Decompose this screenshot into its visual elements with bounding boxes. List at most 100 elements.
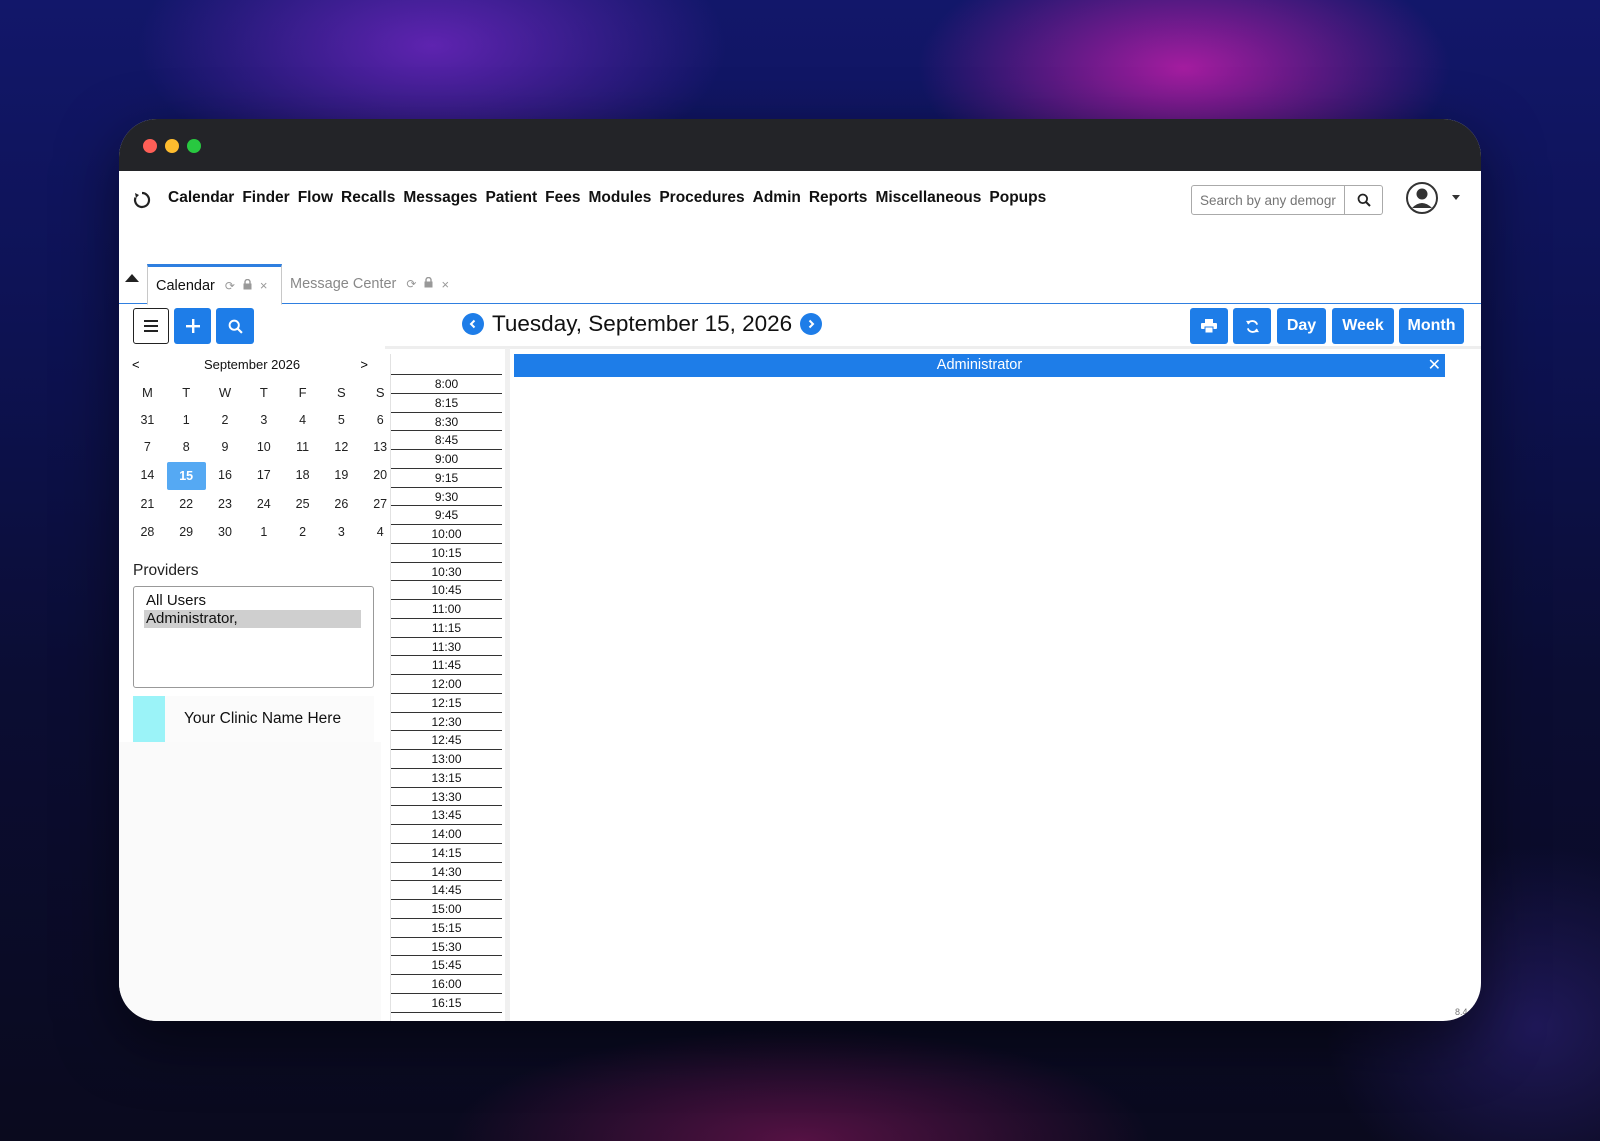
mini-calendar-day[interactable]: 31 xyxy=(128,406,167,434)
mini-calendar-day[interactable]: 28 xyxy=(128,518,167,546)
tab-message-center[interactable]: Message Center ⟳ × xyxy=(282,264,465,304)
nav-menu-calendar[interactable]: Calendar xyxy=(168,189,234,207)
mini-calendar-day[interactable]: 15 xyxy=(166,462,206,490)
mini-calendar-day[interactable]: 21 xyxy=(128,491,167,519)
mini-calendar-day[interactable]: 16 xyxy=(206,461,245,489)
provider-option-all-users[interactable]: All Users xyxy=(146,592,361,610)
mini-calendar-day[interactable]: 19 xyxy=(322,461,361,489)
mini-calendar-day[interactable]: 7 xyxy=(128,434,167,462)
mini-calendar-day[interactable]: 3 xyxy=(322,518,361,546)
mini-calendar-day[interactable]: 1 xyxy=(244,518,283,546)
tab-close-icon[interactable]: × xyxy=(441,277,449,292)
provider-option-administrator[interactable]: Administrator, xyxy=(144,610,361,628)
time-slot[interactable]: 12:30 xyxy=(391,713,502,732)
mini-calendar-day[interactable]: 2 xyxy=(283,518,322,546)
mini-calendar-day[interactable]: 4 xyxy=(283,406,322,434)
nav-menu-popups[interactable]: Popups xyxy=(989,189,1046,207)
logo-icon[interactable] xyxy=(133,191,151,209)
mini-calendar-day[interactable]: 8 xyxy=(167,434,206,462)
time-slot[interactable]: 13:30 xyxy=(391,788,502,807)
mini-calendar-day[interactable]: 26 xyxy=(322,491,361,519)
user-avatar-icon[interactable] xyxy=(1405,181,1439,215)
next-day-button[interactable] xyxy=(800,313,823,335)
day-view-button[interactable]: Day xyxy=(1277,308,1326,344)
time-slot[interactable]: 8:45 xyxy=(391,431,502,450)
mini-calendar-next-button[interactable]: > xyxy=(360,357,368,372)
time-slot[interactable]: 10:00 xyxy=(391,525,502,544)
tab-refresh-icon[interactable]: ⟳ xyxy=(225,279,235,293)
mini-calendar-day[interactable]: 1 xyxy=(167,406,206,434)
add-appointment-button[interactable] xyxy=(174,308,211,344)
close-window-button[interactable] xyxy=(143,139,157,153)
time-slot[interactable]: 10:30 xyxy=(391,563,502,582)
time-slot[interactable]: 16:00 xyxy=(391,975,502,994)
mini-calendar-day[interactable]: 12 xyxy=(322,434,361,462)
mini-calendar-day[interactable]: 14 xyxy=(128,461,167,489)
collapse-header-icon[interactable] xyxy=(125,274,139,282)
nav-menu-fees[interactable]: Fees xyxy=(545,189,580,207)
nav-menu-patient[interactable]: Patient xyxy=(485,189,537,207)
mini-calendar-day[interactable]: 17 xyxy=(244,461,283,489)
previous-day-button[interactable] xyxy=(462,313,484,335)
time-slot[interactable]: 14:45 xyxy=(391,881,502,900)
mini-calendar-day[interactable]: 5 xyxy=(322,406,361,434)
mini-calendar-day[interactable]: 11 xyxy=(283,434,322,462)
maximize-window-button[interactable] xyxy=(187,139,201,153)
mini-calendar-day[interactable]: 9 xyxy=(206,434,245,462)
time-slot[interactable]: 11:45 xyxy=(391,656,502,675)
time-slot[interactable]: 13:45 xyxy=(391,806,502,825)
time-slot[interactable]: 15:30 xyxy=(391,938,502,957)
mini-calendar-day[interactable]: 24 xyxy=(244,491,283,519)
patient-search-input[interactable] xyxy=(1192,186,1344,214)
menu-toggle-button[interactable] xyxy=(133,308,169,344)
search-appointments-button[interactable] xyxy=(216,308,254,344)
tab-lock-icon[interactable] xyxy=(424,276,433,292)
mini-calendar-day[interactable]: 2 xyxy=(206,406,245,434)
time-slot[interactable]: 11:00 xyxy=(391,600,502,619)
time-slot[interactable]: 11:30 xyxy=(391,638,502,657)
user-menu-caret-icon[interactable] xyxy=(1452,195,1460,200)
time-slot[interactable]: 15:45 xyxy=(391,956,502,975)
mini-calendar-day[interactable]: 3 xyxy=(244,406,283,434)
time-slot[interactable]: 9:15 xyxy=(391,469,502,488)
mini-calendar-day[interactable]: 30 xyxy=(206,518,245,546)
nav-menu-admin[interactable]: Admin xyxy=(753,189,801,207)
print-button[interactable] xyxy=(1190,308,1228,344)
time-slot[interactable]: 9:30 xyxy=(391,488,502,507)
mini-calendar-day[interactable]: 23 xyxy=(206,491,245,519)
nav-menu-flow[interactable]: Flow xyxy=(298,189,333,207)
time-slot[interactable]: 9:45 xyxy=(391,506,502,525)
time-slot[interactable]: 16:15 xyxy=(391,994,502,1013)
nav-menu-procedures[interactable]: Procedures xyxy=(659,189,744,207)
time-slot[interactable]: 14:30 xyxy=(391,863,502,882)
time-slot[interactable]: 15:00 xyxy=(391,900,502,919)
time-slot[interactable]: 10:15 xyxy=(391,544,502,563)
time-slot[interactable]: 9:00 xyxy=(391,450,502,469)
mini-calendar-day[interactable]: 10 xyxy=(244,434,283,462)
mini-calendar-day[interactable]: 29 xyxy=(167,518,206,546)
month-view-button[interactable]: Month xyxy=(1399,308,1464,344)
time-slot[interactable]: 14:15 xyxy=(391,844,502,863)
nav-menu-modules[interactable]: Modules xyxy=(588,189,651,207)
time-slot[interactable]: 8:30 xyxy=(391,413,502,432)
time-slot[interactable]: 14:00 xyxy=(391,825,502,844)
mini-calendar-day[interactable]: 18 xyxy=(283,461,322,489)
close-provider-column-icon[interactable]: ✕ xyxy=(1428,354,1441,377)
time-slot[interactable]: 13:15 xyxy=(391,769,502,788)
mini-calendar-day[interactable]: 22 xyxy=(167,491,206,519)
time-slot[interactable]: 13:00 xyxy=(391,750,502,769)
search-button[interactable] xyxy=(1344,186,1382,214)
time-slot[interactable]: 12:45 xyxy=(391,731,502,750)
tab-refresh-icon[interactable]: ⟳ xyxy=(406,277,416,291)
time-slot[interactable]: 15:15 xyxy=(391,919,502,938)
tab-lock-icon[interactable] xyxy=(243,278,252,294)
minimize-window-button[interactable] xyxy=(165,139,179,153)
time-slot[interactable]: 11:15 xyxy=(391,619,502,638)
nav-menu-finder[interactable]: Finder xyxy=(242,189,289,207)
time-slot[interactable]: 8:00 xyxy=(391,375,502,394)
time-slot[interactable]: 8:15 xyxy=(391,394,502,413)
time-slot[interactable]: 12:15 xyxy=(391,694,502,713)
time-slot[interactable]: 12:00 xyxy=(391,675,502,694)
refresh-button[interactable] xyxy=(1233,308,1271,344)
nav-menu-reports[interactable]: Reports xyxy=(809,189,868,207)
